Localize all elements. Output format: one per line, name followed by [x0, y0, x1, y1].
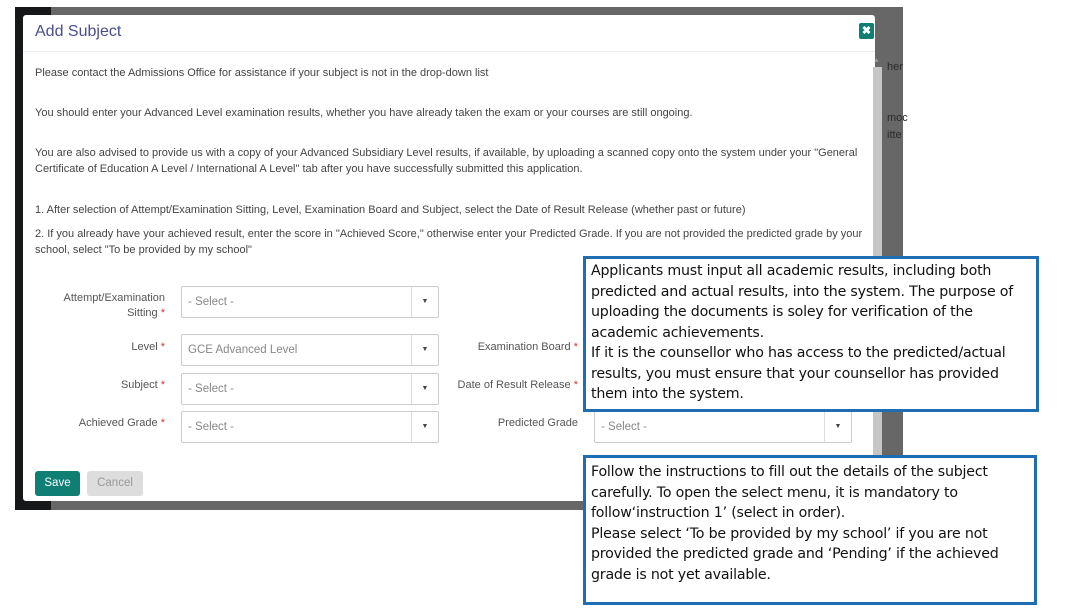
modal-title: Add Subject: [35, 23, 122, 40]
attempt-select[interactable]: - Select - ▼: [181, 286, 439, 318]
board-label: Examination Board *: [477, 341, 578, 353]
achieved-grade-select[interactable]: - Select - ▼: [181, 411, 439, 443]
cancel-button[interactable]: Cancel: [87, 471, 143, 496]
info-text: Please contact the Admissions Office for…: [35, 67, 489, 79]
close-icon[interactable]: ✖: [859, 23, 874, 39]
annotation-callout-results: Applicants must input all academic resul…: [583, 256, 1039, 412]
scroll-up-icon[interactable]: ▲: [873, 57, 880, 64]
achieved-grade-label: Achieved Grade *: [78, 417, 165, 429]
predicted-grade-select[interactable]: - Select - ▼: [594, 411, 852, 443]
annotation-callout-instructions: Follow the instructions to fill out the …: [583, 455, 1037, 605]
instruction-2: 2. If you already have your achieved res…: [35, 228, 863, 256]
subject-select[interactable]: - Select - ▼: [181, 373, 439, 405]
subject-label: Subject *: [120, 379, 165, 391]
background-text: her: [887, 61, 903, 73]
release-date-label: Date of Result Release *: [457, 379, 578, 391]
level-label: Level *: [131, 341, 165, 353]
level-select[interactable]: GCE Advanced Level ▼: [181, 334, 439, 366]
predicted-grade-label: Predicted Grade: [497, 417, 578, 429]
background-text: moc: [887, 112, 908, 124]
modal-header: Add Subject ✖: [23, 15, 875, 52]
save-button[interactable]: Save: [35, 471, 80, 496]
chevron-down-icon: ▼: [411, 287, 438, 317]
attempt-label: Attempt/Examination Sitting *: [63, 292, 166, 319]
info-text: You should enter your Advanced Level exa…: [35, 107, 693, 119]
background-text: itte: [887, 129, 902, 141]
chevron-down-icon: ▼: [824, 412, 851, 442]
info-text: You are also advised to provide us with …: [35, 147, 858, 175]
instruction-1: 1. After selection of Attempt/Examinatio…: [35, 204, 746, 216]
